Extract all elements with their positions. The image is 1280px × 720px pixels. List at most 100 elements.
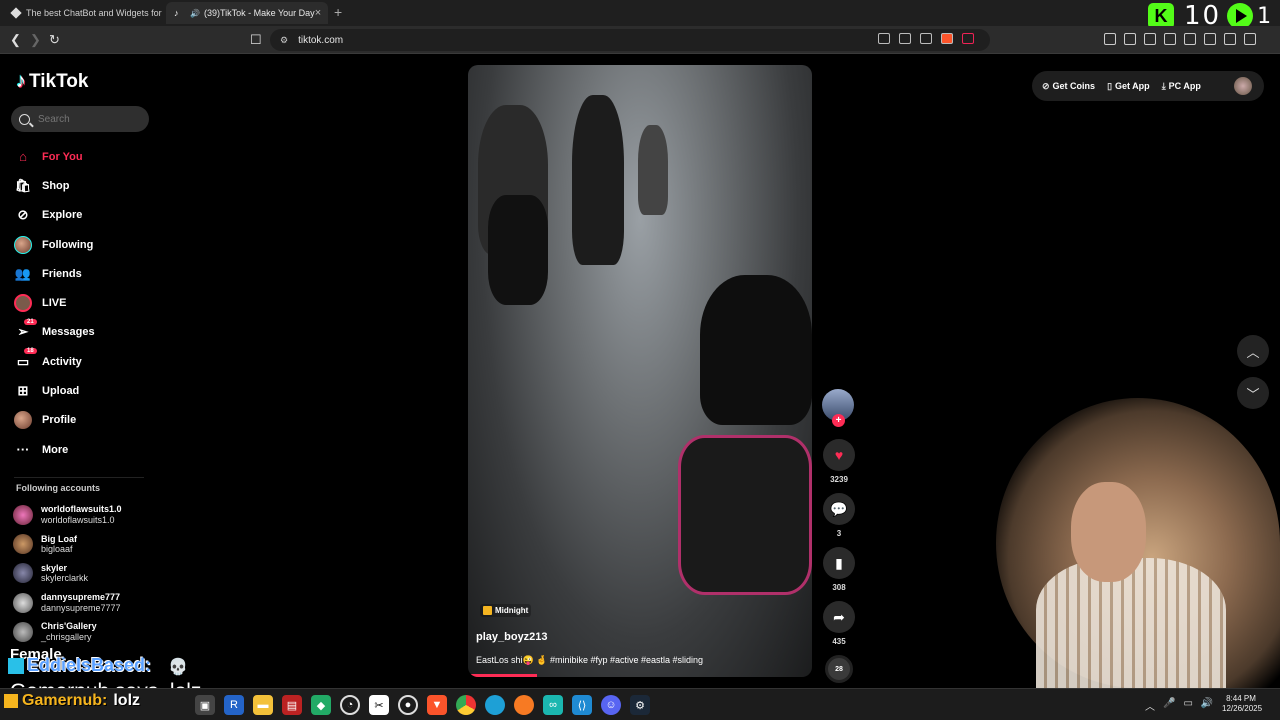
new-tab-button[interactable]: + xyxy=(334,4,342,20)
pc-app-button[interactable]: ⤓ PC App xyxy=(1162,81,1201,92)
share-icon[interactable] xyxy=(920,33,932,44)
file-explorer-icon[interactable]: ▬ xyxy=(253,695,273,715)
get-app-label: Get App xyxy=(1115,81,1150,91)
comment-icon[interactable]: 💬 xyxy=(823,493,855,525)
share-arrow-icon[interactable]: ➦ xyxy=(823,601,855,633)
nav-friends[interactable]: 👥 Friends xyxy=(14,259,154,288)
search-bar[interactable] xyxy=(11,106,149,132)
reader-icon[interactable] xyxy=(1124,33,1136,45)
music-disc-icon[interactable]: 28 xyxy=(825,655,853,683)
microphone-icon[interactable]: 🎤 xyxy=(1163,698,1175,713)
get-coins-button[interactable]: ⊘ Get Coins xyxy=(1042,81,1095,92)
get-app-button[interactable]: ▯ Get App xyxy=(1107,81,1150,92)
chatbot-favicon-icon xyxy=(10,7,22,19)
comment-action[interactable]: 💬 3 xyxy=(822,493,856,541)
nav-label: More xyxy=(42,443,69,456)
vpn-icon[interactable] xyxy=(1224,33,1236,45)
nav-messages[interactable]: ➢ 21 Messages xyxy=(14,318,154,347)
nav-following[interactable]: Following xyxy=(14,230,154,259)
video-player[interactable]: Midnight play_boyz213 EastLos shi😜 🤞 #mi… xyxy=(468,65,812,677)
browser-tab-chatbot[interactable]: The best ChatBot and Widgets for Ki xyxy=(4,2,164,24)
network-icon[interactable]: ▭ xyxy=(1183,698,1192,713)
following-account-item[interactable]: skyler skylerclarkk xyxy=(13,559,163,588)
speaker-icon[interactable]: 🔊 xyxy=(190,9,200,18)
forward-arrow-icon[interactable]: ❯ xyxy=(30,32,41,48)
sidebar-nav: ⌂ For You 🛍 Shop ⊘ Explore Following 👥 F… xyxy=(14,142,154,464)
system-tray: ︿ 🎤 ▭ 🔊 xyxy=(1145,698,1213,713)
nav-activity[interactable]: ▭ 18 Activity xyxy=(14,347,154,376)
extensions-icon[interactable] xyxy=(1104,33,1116,45)
sidebar-icon[interactable] xyxy=(1164,33,1176,45)
follow-plus-icon[interactable]: + xyxy=(832,414,845,427)
edge-icon[interactable] xyxy=(485,695,505,715)
media-icon[interactable] xyxy=(878,33,890,44)
chevron-up-icon[interactable]: ︿ xyxy=(1145,698,1155,713)
following-account-item[interactable]: Big Loaf bigloaaf xyxy=(13,529,163,558)
firefox-icon[interactable] xyxy=(514,695,534,715)
more-icon: ··· xyxy=(16,442,30,458)
user-avatar[interactable] xyxy=(1234,77,1252,95)
reload-icon[interactable]: ↻ xyxy=(49,32,60,48)
nav-label: Shop xyxy=(42,179,70,192)
account-avatar xyxy=(13,592,33,613)
volume-icon[interactable]: 🔊 xyxy=(1201,698,1213,713)
cast-icon[interactable] xyxy=(899,33,911,44)
chrome-icon[interactable] xyxy=(456,695,476,715)
capcut-icon[interactable]: ✂ xyxy=(369,695,389,715)
account-name: worldoflawsuits1.0 xyxy=(41,504,122,515)
site-info-icon[interactable]: ⚙ xyxy=(280,35,288,46)
bookmark-icon[interactable]: ☐ xyxy=(250,32,262,48)
following-account-item[interactable]: Chris'Gallery _chrisgallery xyxy=(13,617,163,646)
account-handle: _chrisgallery xyxy=(41,631,92,642)
nav-more[interactable]: ··· More xyxy=(14,435,154,464)
save-action[interactable]: ▮ 308 xyxy=(822,547,856,595)
clock-app-icon[interactable]: ◔ xyxy=(340,695,360,715)
like-action[interactable]: ♥ 3239 xyxy=(822,439,856,487)
vr-app-icon[interactable]: ∞ xyxy=(543,695,563,715)
webcam-head xyxy=(1071,482,1146,582)
bookmark-icon[interactable]: ▮ xyxy=(823,547,855,579)
account-avatar xyxy=(13,563,33,584)
tiktok-logo[interactable]: ♪ TikTok xyxy=(16,70,88,93)
music-icon[interactable] xyxy=(1144,33,1156,45)
discord-icon[interactable]: ☺ xyxy=(601,695,621,715)
leo-ai-icon[interactable] xyxy=(1204,33,1216,45)
wallet-icon[interactable] xyxy=(1184,33,1196,45)
live-icon xyxy=(14,294,32,313)
search-input[interactable] xyxy=(38,113,138,125)
brave-app-icon[interactable]: ▼ xyxy=(427,695,447,715)
brave-rewards-icon[interactable] xyxy=(962,33,974,44)
nav-upload[interactable]: ⊞ Upload xyxy=(14,376,154,405)
following-account-item[interactable]: dannysupreme777 dannysupreme7777 xyxy=(13,588,163,617)
share-action[interactable]: ➦ 435 xyxy=(822,601,856,649)
system-clock[interactable]: 8:44 PM 12/26/2025 xyxy=(1222,694,1262,715)
nav-shop[interactable]: 🛍 Shop xyxy=(14,171,154,200)
game-app-icon[interactable]: ▣ xyxy=(195,695,215,715)
vpn-app-icon[interactable]: ◆ xyxy=(311,695,331,715)
video-progress-bar[interactable] xyxy=(468,674,537,677)
media-app-icon[interactable]: ▤ xyxy=(282,695,302,715)
browser-app-icon[interactable]: R xyxy=(224,695,244,715)
next-video-button[interactable]: ﹀ xyxy=(1237,377,1269,409)
browser-tab-tiktok[interactable]: ♪ 🔊 (39)TikTok - Make Your Day × xyxy=(166,2,328,24)
back-arrow-icon[interactable]: ❮ xyxy=(10,32,21,48)
steam-icon[interactable]: ⚙ xyxy=(630,695,650,715)
music-tag[interactable]: Midnight xyxy=(480,604,532,617)
heart-icon[interactable]: ♥ xyxy=(823,439,855,471)
nav-profile[interactable]: Profile xyxy=(14,406,154,435)
chat-username: EddieIsBased: xyxy=(27,655,152,675)
brave-shields-icon[interactable] xyxy=(941,33,953,44)
save-count: 308 xyxy=(832,583,846,592)
nav-for-you[interactable]: ⌂ For You xyxy=(14,142,154,171)
nav-explore[interactable]: ⊘ Explore xyxy=(14,201,154,230)
obs-icon[interactable]: ● xyxy=(398,695,418,715)
following-account-item[interactable]: worldoflawsuits1.0 worldoflawsuits1.0 xyxy=(13,500,163,529)
video-username[interactable]: play_boyz213 xyxy=(476,631,548,643)
vscode-icon[interactable]: ⟨⟩ xyxy=(572,695,592,715)
video-figure xyxy=(488,195,548,305)
previous-video-button[interactable]: ︿ xyxy=(1237,335,1269,367)
nav-live[interactable]: LIVE xyxy=(14,288,154,317)
menu-icon[interactable] xyxy=(1244,33,1256,45)
close-tab-icon[interactable]: × xyxy=(315,7,321,19)
creator-avatar[interactable]: + xyxy=(822,389,854,427)
